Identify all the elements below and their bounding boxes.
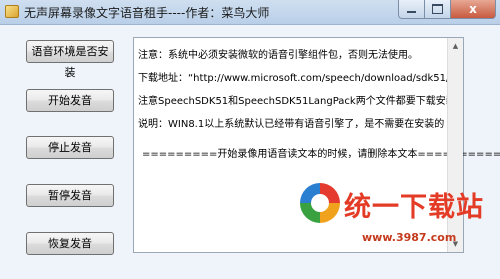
- watermark-brand: 统一下载站: [344, 192, 484, 223]
- window-title: 无声屏幕录像文字语音租手----作者：菜鸟大师: [24, 6, 270, 20]
- resume-speech-button[interactable]: 恢复发音: [26, 232, 114, 255]
- close-icon: x: [469, 2, 477, 16]
- scroll-up-icon[interactable]: ▲: [448, 38, 463, 54]
- close-button[interactable]: x: [451, 0, 496, 19]
- site-logo-icon: [300, 183, 340, 223]
- text-line: 注意：系统中必须安装微软的语音引擎组件包，否则无法使用。: [138, 50, 418, 61]
- maximize-button[interactable]: [425, 0, 451, 19]
- text-line: 说明：WIN8.1以上系统默认已经带有语音引擎了，是不需要在安装的: [138, 119, 445, 130]
- minimize-icon: [407, 11, 416, 13]
- stop-speech-button[interactable]: 停止发音: [26, 136, 114, 159]
- maximize-icon: [432, 4, 443, 14]
- title-bar: 无声屏幕录像文字语音租手----作者：菜鸟大师 x: [0, 0, 500, 25]
- text-line: 下载地址：“http://www.microsoft.com/speech/do…: [138, 73, 455, 84]
- app-icon: [5, 5, 19, 18]
- start-speech-button[interactable]: 开始发音: [26, 89, 114, 112]
- watermark: 统一下载站 www.3987.com: [300, 183, 483, 255]
- check-voice-engine-button[interactable]: 语音环境是否安装: [26, 40, 114, 79]
- minimize-button[interactable]: [398, 0, 425, 19]
- watermark-url: www.3987.com: [362, 231, 457, 244]
- text-line: 注意SpeechSDK51和SpeechSDK51LangPack两个文件都要下…: [138, 96, 456, 107]
- pause-speech-button[interactable]: 暂停发音: [26, 184, 114, 207]
